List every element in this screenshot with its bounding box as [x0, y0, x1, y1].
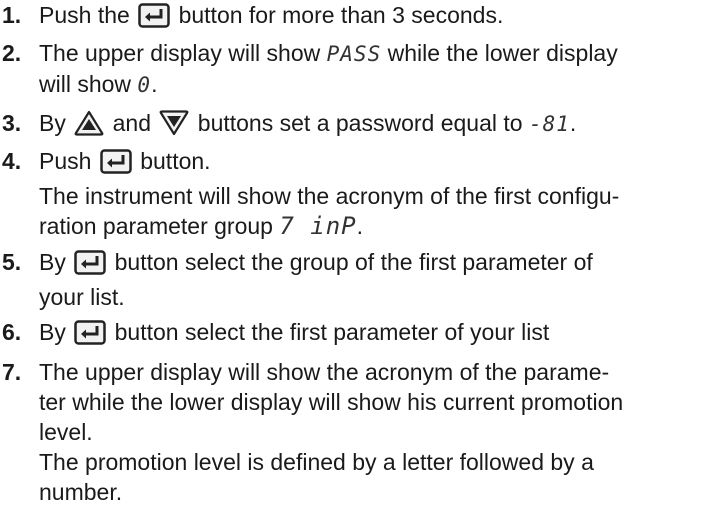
text-fragment: buttons set a password equal to [191, 110, 529, 136]
text-fragment: while the lower display [381, 40, 618, 66]
step-text: By button select the first parameter of … [39, 317, 715, 352]
step-text: Push the button for more than 3 seconds. [39, 0, 715, 35]
step-text: By and buttons set a password equal to -… [39, 108, 715, 143]
step-text: your list. [39, 284, 125, 310]
step-number: 3. [2, 110, 22, 136]
text-fragment: Push the [39, 2, 137, 28]
step-number: 7. [2, 359, 22, 385]
text-fragment: button. [133, 148, 211, 174]
step-text: will show 0. [39, 69, 715, 100]
instruction-page: 1. Push the button for more than 3 secon… [0, 0, 721, 531]
step-1: 1. Push the button for more than 3 secon… [0, 0, 715, 35]
step-text: By button select the group of the first … [39, 247, 715, 282]
step-7: 7. The upper display will show the acron… [0, 357, 715, 507]
text-fragment: Push [39, 148, 98, 174]
display-readout-pass: PASS [326, 42, 382, 66]
text-fragment: and [106, 110, 158, 136]
text-fragment: button select the first parameter of you… [108, 319, 550, 345]
enter-button-icon [100, 149, 132, 181]
text-fragment: button select the group of the first par… [108, 249, 593, 275]
step-4: 4. Push button. The instrument will show… [0, 146, 715, 241]
step-6: 6. By button select the first parameter … [0, 317, 715, 352]
up-arrow-button-icon [74, 110, 104, 143]
step-number: 2. [2, 40, 22, 66]
text-fragment: By [39, 110, 73, 136]
text-fragment: ration parameter group [39, 213, 280, 239]
text-fragment: will show [39, 71, 138, 97]
step-5: 5. By button select the group of the fir… [0, 247, 715, 312]
enter-button-icon [74, 250, 106, 282]
text-fragment: By [39, 319, 73, 345]
display-readout-group: 7 inP [279, 212, 357, 240]
step-text: ration parameter group 7 inP. [39, 211, 715, 241]
step-text: level. [39, 419, 93, 445]
step-2: 2. The upper display will show PASS whil… [0, 38, 715, 100]
step-text: Push button. [39, 146, 715, 181]
step-3: 3. By and buttons set a password equal t… [0, 108, 715, 143]
step-text: The instrument will show the acronym of … [39, 183, 620, 209]
step-text: The upper display will show the acronym … [39, 359, 610, 385]
text-fragment: The upper display will show [39, 40, 327, 66]
step-text: The promotion level is defined by a lett… [39, 449, 594, 475]
text-fragment: By [39, 249, 73, 275]
display-readout-password: -81 [528, 112, 570, 136]
text-fragment: . [151, 71, 158, 97]
step-number: 5. [2, 249, 22, 275]
display-readout-zero: 0 [137, 73, 152, 97]
step-number: 1. [2, 2, 22, 28]
step-text: The upper display will show PASS while t… [39, 38, 715, 69]
enter-button-icon [74, 320, 106, 352]
step-text: number. [39, 479, 123, 505]
text-fragment: . [569, 110, 577, 136]
down-arrow-button-icon [159, 110, 189, 143]
text-fragment: . [356, 213, 363, 239]
step-number: 6. [2, 319, 22, 345]
enter-button-icon [138, 3, 170, 35]
step-number: 4. [2, 148, 22, 174]
text-fragment: button for more than 3 seconds. [172, 2, 504, 28]
step-text: ter while the lower display will show hi… [39, 389, 624, 415]
